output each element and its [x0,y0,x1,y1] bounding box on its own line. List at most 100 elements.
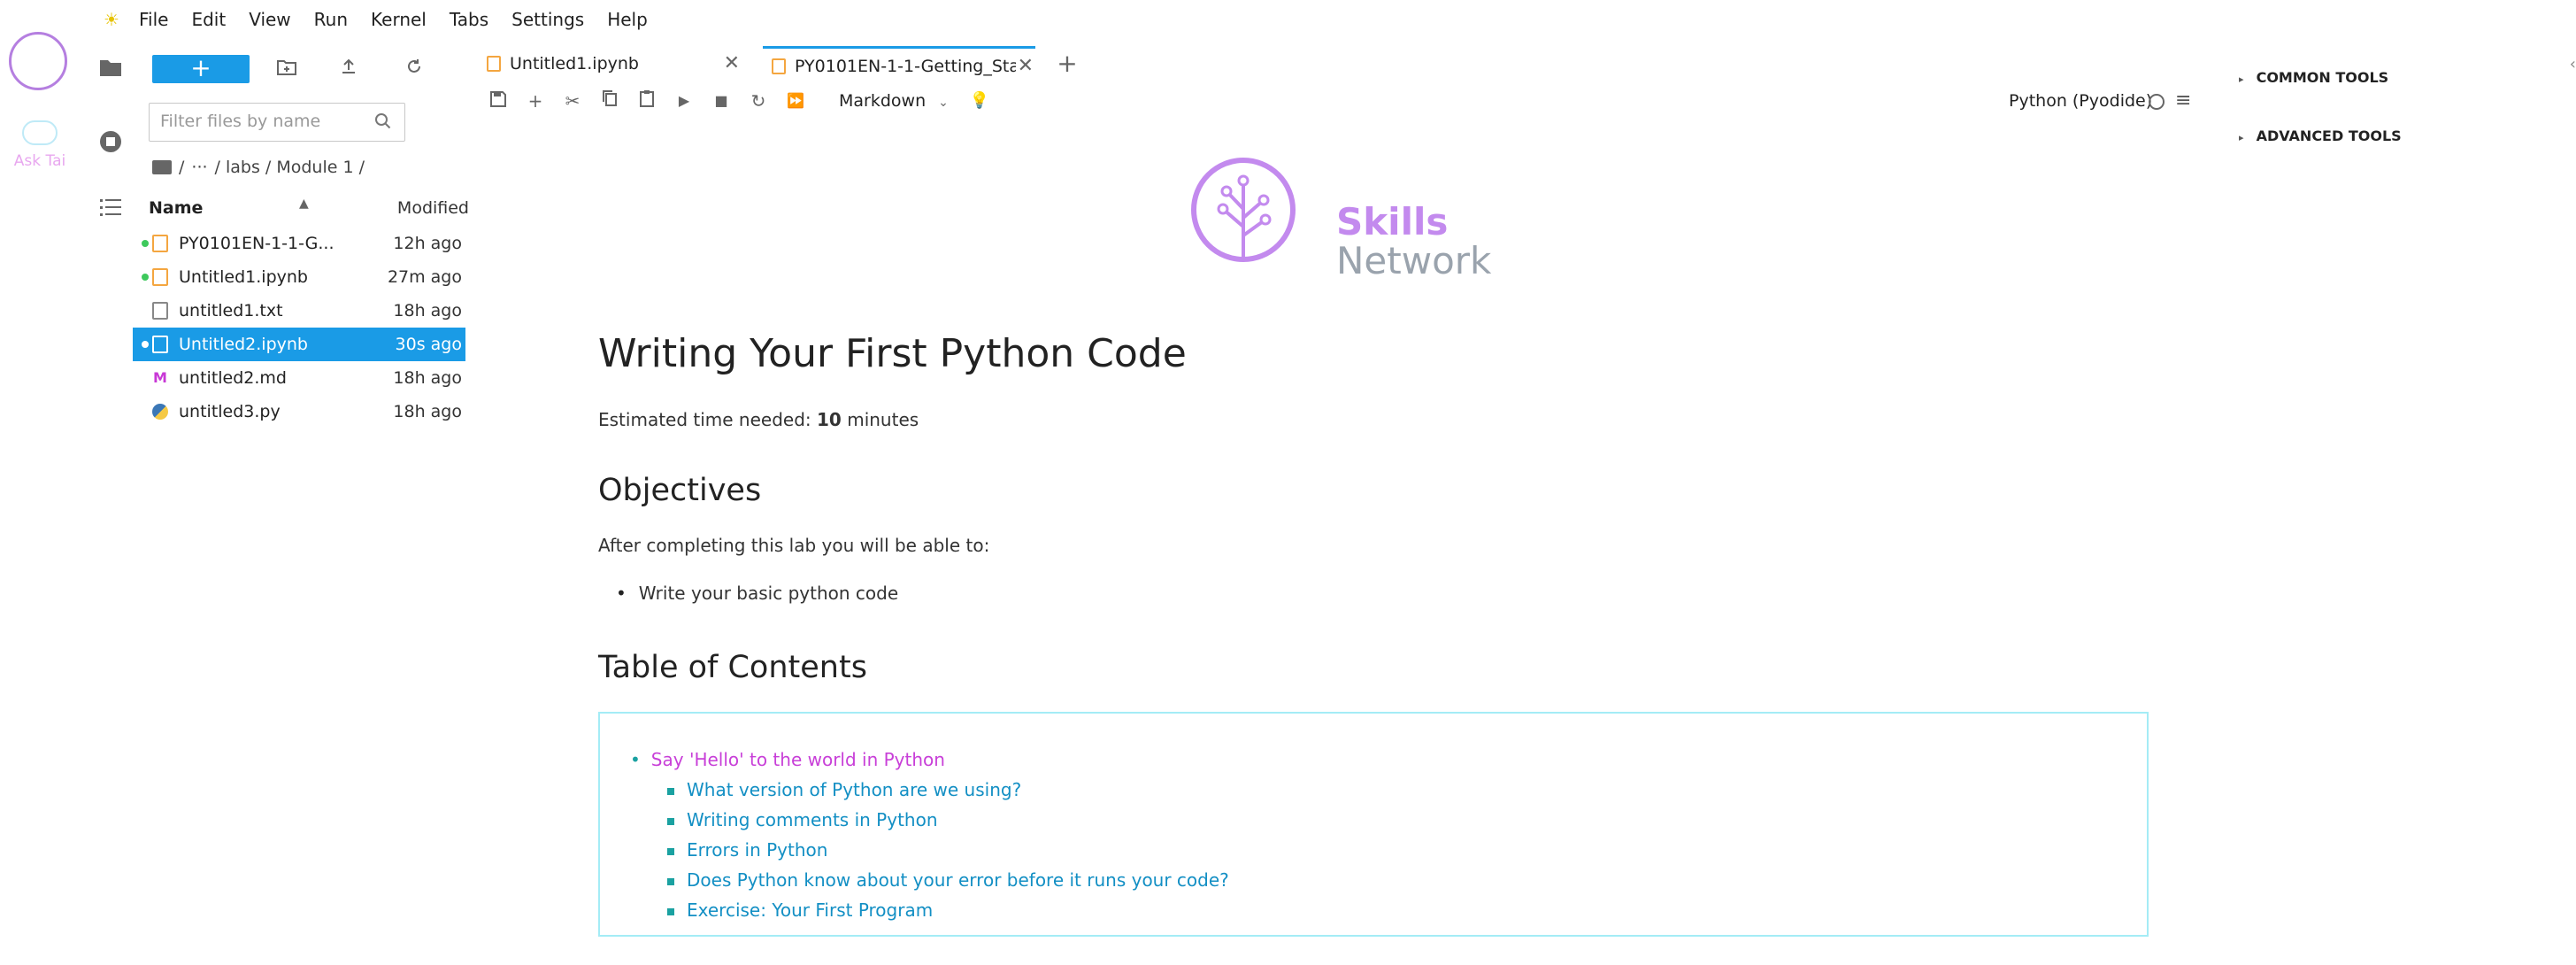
toc-link-main[interactable]: Say 'Hello' to the world in Python [630,749,945,770]
file-name: untitled3.py [179,402,281,421]
file-row[interactable]: Untitled1.ipynb 27m ago [133,260,465,294]
file-modified: 18h ago [393,301,462,320]
menu-edit[interactable]: Edit [180,0,237,39]
estimated-time: Estimated time needed: 10 minutes [598,409,919,430]
chat-bubble-icon [22,120,58,145]
section-label: COMMON TOOLS [2256,69,2389,86]
running-sessions-icon[interactable] [97,129,124,156]
file-modified: 18h ago [393,368,462,388]
toc-link[interactable]: What version of Python are we using? [667,779,1021,800]
estimated-prefix: Estimated time needed: [598,409,818,430]
refresh-icon[interactable] [400,55,428,83]
breadcrumb: / ··· / labs / Module 1 / [152,154,365,181]
running-indicator-icon [142,274,149,281]
file-name: Untitled2.ipynb [179,335,308,354]
save-icon[interactable] [485,87,511,115]
file-row-selected[interactable]: Untitled2.ipynb 30s ago [133,328,465,361]
notebook-file-icon [152,336,168,353]
text-file-icon [152,302,168,320]
table-of-contents-icon[interactable] [97,197,124,223]
column-modified[interactable]: Modified [372,198,469,218]
notebook-file-icon [152,268,168,286]
file-filter-input[interactable] [150,104,353,139]
ask-tai-button[interactable]: Ask Tai [12,120,67,172]
notebook-tab-icon [772,58,786,74]
restart-run-all-icon[interactable]: ⏩ [782,87,809,115]
cell-type-dropdown[interactable]: Markdown ⌄ [839,87,949,115]
ask-tai-label: Ask Tai [13,152,66,170]
interrupt-kernel-icon[interactable]: ■ [708,87,734,115]
jupyterlite-logo-icon: ☀ [104,9,119,30]
skills-network-logo-icon[interactable] [9,32,67,90]
notebook-content: Skills Network Writing Your First Python… [598,124,2150,965]
cell-type-value: Markdown [839,91,927,111]
toc-link[interactable]: Does Python know about your error before… [667,869,1229,891]
menu-bar: ☀ File Edit View Run Kernel Tabs Setting… [80,0,2576,39]
estimated-value: 10 [817,409,842,430]
menu-run[interactable]: Run [303,0,359,39]
skills-rail: Ask Tai [0,0,80,965]
toc-box: Say 'Hello' to the world in Python What … [598,712,2149,937]
restart-kernel-icon[interactable]: ↻ [745,87,772,115]
close-tab-icon[interactable]: ✕ [724,46,740,81]
file-list: PY0101EN-1-1-G... 12h ago Untitled1.ipyn… [133,227,465,428]
file-modified: 12h ago [393,234,462,253]
list-item: Write your basic python code [616,583,898,604]
right-tools-panel: ▸ COMMON TOOLS ▸ ADVANCED TOOLS [2239,60,2557,177]
breadcrumb-separator: / [179,158,185,177]
toc-link[interactable]: Writing comments in Python [667,809,938,830]
file-row[interactable]: M untitled2.md 18h ago [133,361,465,395]
brand-network: Network [1336,239,1492,282]
sort-ascending-icon[interactable]: ▲ [299,197,309,211]
section-label: ADVANCED TOOLS [2256,127,2402,144]
toc-link[interactable]: Errors in Python [667,839,827,861]
document-tab-bar: Untitled1.ipynb ✕ PY0101EN-1-1-Getting_S… [478,42,1982,83]
file-row[interactable]: untitled1.txt 18h ago [133,294,465,328]
home-folder-icon[interactable] [152,160,172,174]
common-tools-section[interactable]: ▸ COMMON TOOLS [2239,60,2557,119]
page-title: Writing Your First Python Code [598,331,1187,376]
cut-icon[interactable]: ✂ [559,87,586,115]
lightbulb-icon[interactable]: 💡 [966,87,993,115]
skills-network-tree-icon [1191,158,1296,262]
file-name: untitled2.md [179,368,287,388]
file-browser-icon[interactable] [97,57,124,83]
new-folder-icon[interactable] [273,55,301,83]
menu-kernel[interactable]: Kernel [359,0,438,39]
insert-cell-icon[interactable]: + [522,87,549,115]
file-name: PY0101EN-1-1-G... [179,234,334,253]
menu-file[interactable]: File [127,0,180,39]
tab-label: Untitled1.ipynb [510,54,639,73]
paste-icon[interactable] [634,87,660,115]
new-launcher-button[interactable]: + [152,55,250,83]
tab-untitled1[interactable]: Untitled1.ipynb ✕ [478,46,749,81]
copy-icon[interactable] [596,87,623,115]
column-name[interactable]: Name [149,198,203,218]
toc-link[interactable]: Exercise: Your First Program [667,899,933,921]
add-tab-icon[interactable]: + [1051,46,1083,81]
collapse-panel-icon[interactable]: ‹ [2570,55,2576,73]
objectives-list: Write your basic python code [616,583,898,604]
advanced-tools-section[interactable]: ▸ ADVANCED TOOLS [2239,119,2557,177]
breadcrumb-path[interactable]: / labs / Module 1 / [215,158,365,177]
file-modified: 27m ago [387,267,462,287]
menu-lines-icon[interactable]: ≡ [2175,87,2191,115]
skills-network-brand: Skills Network [1189,156,1543,282]
file-row[interactable]: untitled3.py 18h ago [133,395,465,428]
menu-help[interactable]: Help [596,0,659,39]
upload-icon[interactable] [334,55,363,83]
menu-view[interactable]: View [237,0,302,39]
run-cell-icon[interactable]: ▶ [671,87,697,115]
objectives-heading: Objectives [598,473,762,508]
running-indicator-icon [142,240,149,247]
tab-getting-started[interactable]: PY0101EN-1-1-Getting_Start ✕ [763,46,1035,81]
menu-settings[interactable]: Settings [500,0,596,39]
estimated-suffix: minutes [841,409,919,430]
menu-tabs[interactable]: Tabs [438,0,500,39]
breadcrumb-ellipsis[interactable]: ··· [191,158,207,177]
kernel-name[interactable]: Python (Pyodide) [2009,87,2152,115]
brand-skills: Skills [1336,200,1449,243]
file-row[interactable]: PY0101EN-1-1-G... 12h ago [133,227,465,260]
close-tab-icon[interactable]: ✕ [1018,49,1034,84]
file-browser-toolbar: + [133,53,469,83]
